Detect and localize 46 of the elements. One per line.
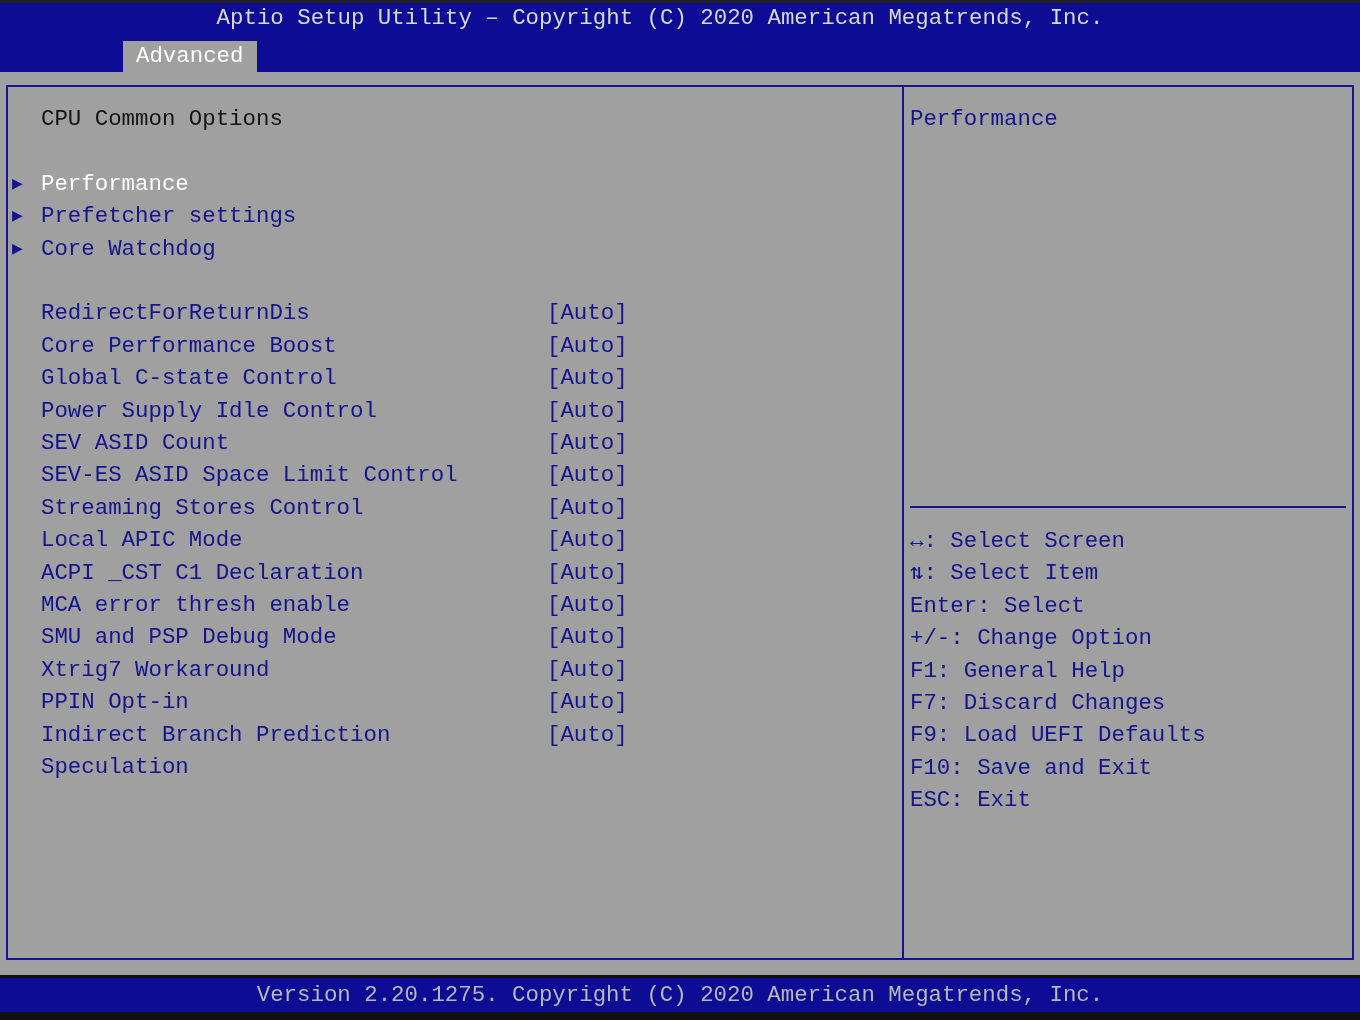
setting-value[interactable]: [Auto] <box>547 653 628 687</box>
key-hint: F9: Load UEFI Defaults <box>910 721 1207 751</box>
submenu-item[interactable]: Prefetcher settings <box>41 200 297 233</box>
version-text: Version 2.20.1275. Copyright (C) 2020 American Megatrends, Inc. <box>256 982 1104 1008</box>
key-hint: ⇅: Select Item <box>910 559 1100 589</box>
setting-value[interactable]: [Auto] <box>547 362 628 395</box>
arrow-icon: ▶ <box>8 167 41 201</box>
setting-label[interactable]: Global C-state Control <box>41 362 547 395</box>
setting-value[interactable]: [Auto] <box>547 459 628 492</box>
setting-value[interactable]: [Auto] <box>547 621 628 654</box>
setting-label[interactable]: Indirect Branch Prediction Speculation <box>41 718 547 784</box>
setting-label[interactable]: Streaming Stores Control <box>41 491 547 525</box>
key-hint: F7: Discard Changes <box>910 689 1167 719</box>
setting-value[interactable]: [Auto] <box>547 329 628 363</box>
window-title: Aptio Setup Utility – Copyright (C) 2020 American Megatrends, Inc. <box>215 4 1105 33</box>
submenu-item[interactable]: Core Watchdog <box>41 232 216 265</box>
setting-value[interactable]: [Auto] <box>547 427 628 460</box>
setting-label[interactable]: MCA error thresh enable <box>41 589 547 622</box>
setting-value[interactable]: [Auto] <box>547 556 628 590</box>
setting-value[interactable]: [Auto] <box>547 589 628 622</box>
key-hint: ↔: Select Screen <box>910 527 1126 556</box>
key-hint: Enter: Select <box>910 591 1086 621</box>
setting-label[interactable]: Core Performance Boost <box>41 329 547 363</box>
key-hint: ESC: Exit <box>910 786 1032 816</box>
setting-value[interactable]: [Auto] <box>547 718 628 784</box>
key-hint: +/-: Change Option <box>910 624 1153 654</box>
setting-value[interactable]: [Auto] <box>547 524 628 557</box>
setting-label[interactable]: ACPI _CST C1 Declaration <box>41 556 547 590</box>
setting-value[interactable]: [Auto] <box>547 686 628 719</box>
setting-label[interactable]: SEV-ES ASID Space Limit Control <box>41 459 547 492</box>
setting-label[interactable]: Local APIC Mode <box>41 524 547 557</box>
setting-label[interactable]: SEV ASID Count <box>41 427 547 460</box>
setting-value[interactable]: [Auto] <box>547 297 628 330</box>
setting-label[interactable]: Xtrig7 Workaround <box>41 653 547 687</box>
setting-value[interactable]: [Auto] <box>547 394 628 428</box>
setting-label[interactable]: SMU and PSP Debug Mode <box>41 621 547 654</box>
setting-value[interactable]: [Auto] <box>547 491 628 525</box>
help-text: Performance <box>910 103 1346 508</box>
arrow-icon: ▶ <box>8 200 41 233</box>
key-hint: F10: Save and Exit <box>910 753 1153 783</box>
setting-label[interactable]: Power Supply Idle Control <box>41 394 547 428</box>
key-hint: F1: General Help <box>910 656 1126 686</box>
setting-label[interactable]: RedirectForReturnDis <box>41 297 547 330</box>
setting-label[interactable]: PPIN Opt-in <box>41 686 547 719</box>
page-title: CPU Common Options <box>40 105 284 134</box>
arrow-icon: ▶ <box>8 232 41 265</box>
